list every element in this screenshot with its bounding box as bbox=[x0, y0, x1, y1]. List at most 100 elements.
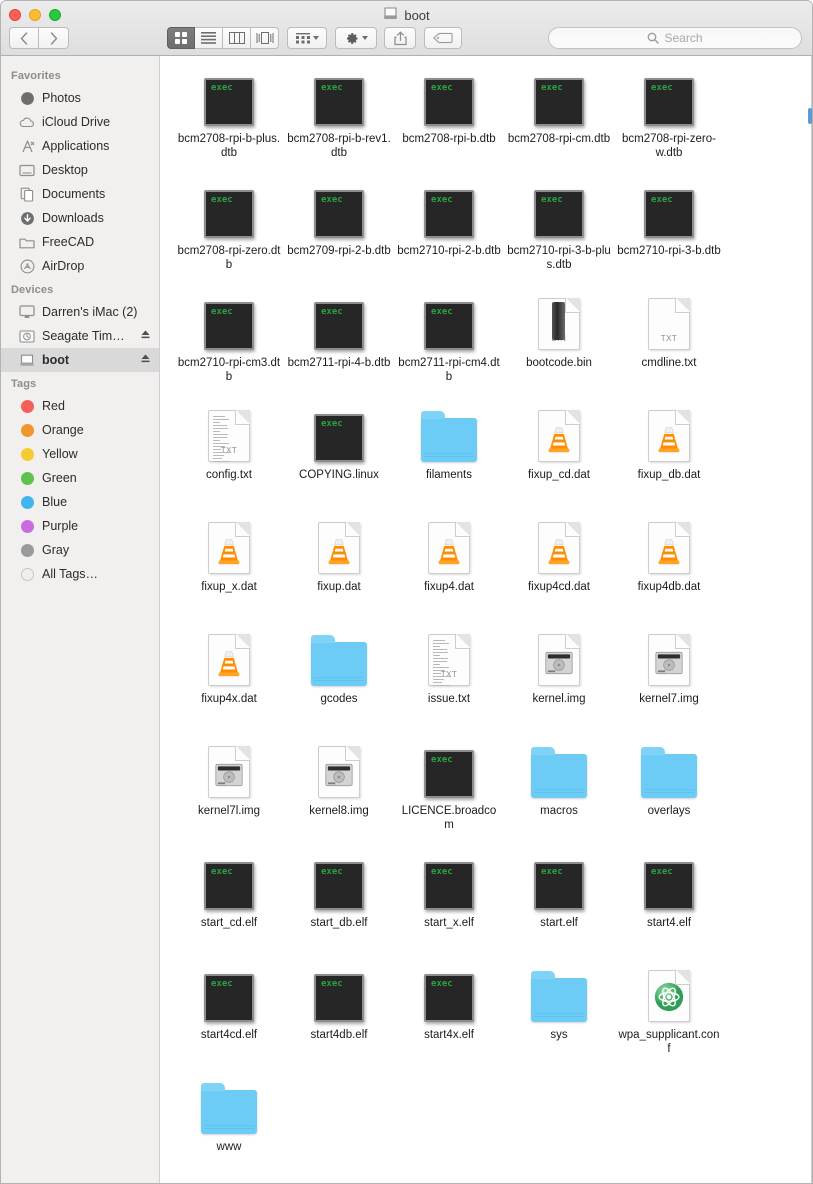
file-item[interactable]: COPYING.linux bbox=[284, 400, 394, 512]
sidebar-item-desktop[interactable]: Desktop bbox=[1, 158, 159, 182]
file-item[interactable]: start4.elf bbox=[614, 848, 724, 960]
sidebar-item-green[interactable]: Green bbox=[1, 466, 159, 490]
share-button[interactable] bbox=[384, 27, 416, 49]
folder-icon bbox=[201, 1083, 257, 1134]
file-item[interactable]: LICENCE.broadcom bbox=[394, 736, 504, 848]
eject-icon[interactable] bbox=[140, 329, 151, 343]
file-item[interactable]: BIN bootcode.bin bbox=[504, 288, 614, 400]
sidebar-item-icloud-drive[interactable]: iCloud Drive bbox=[1, 110, 159, 134]
file-item[interactable]: sys bbox=[504, 960, 614, 1072]
file-item[interactable]: fixup.dat bbox=[284, 512, 394, 624]
sidebar-item-blue[interactable]: Blue bbox=[1, 490, 159, 514]
sidebar-item-freecad[interactable]: FreeCAD bbox=[1, 230, 159, 254]
file-item[interactable]: fixup4cd.dat bbox=[504, 512, 614, 624]
file-item[interactable]: kernel7l.img bbox=[174, 736, 284, 848]
exec-icon bbox=[644, 190, 694, 238]
file-name-label: fixup_db.dat bbox=[637, 469, 701, 481]
gallery-view-button[interactable] bbox=[251, 27, 279, 49]
file-item[interactable]: kernel.img bbox=[504, 624, 614, 736]
file-name-label: bcm2708-rpi-zero-w.dtb bbox=[622, 133, 716, 159]
file-item[interactable]: start.elf bbox=[504, 848, 614, 960]
file-item[interactable]: www bbox=[174, 1072, 284, 1183]
folder-icon bbox=[311, 635, 367, 686]
file-item[interactable]: wpa_supplicant.conf bbox=[614, 960, 724, 1072]
file-item[interactable]: start_cd.elf bbox=[174, 848, 284, 960]
forward-button[interactable] bbox=[39, 27, 69, 49]
file-item[interactable]: bcm2709-rpi-2-b.dtb bbox=[284, 176, 394, 288]
action-menu-button[interactable] bbox=[335, 27, 377, 49]
sidebar-item-orange[interactable]: Orange bbox=[1, 418, 159, 442]
file-item[interactable]: bcm2711-rpi-cm4.dtb bbox=[394, 288, 504, 400]
sidebar-item-yellow[interactable]: Yellow bbox=[1, 442, 159, 466]
sidebar-item-gray[interactable]: Gray bbox=[1, 538, 159, 562]
page-title: boot bbox=[404, 7, 430, 23]
file-item[interactable]: kernel8.img bbox=[284, 736, 394, 848]
icon-view-button[interactable] bbox=[167, 27, 195, 49]
file-item[interactable]: TXT cmdline.txt bbox=[614, 288, 724, 400]
file-icon bbox=[648, 518, 690, 574]
file-item[interactable]: start4db.elf bbox=[284, 960, 394, 1072]
file-item[interactable]: fixup4x.dat bbox=[174, 624, 284, 736]
file-icon: TXT bbox=[648, 294, 690, 350]
sidebar-item-seagate-tim[interactable]: Seagate Tim… bbox=[1, 324, 159, 348]
list-view-button[interactable] bbox=[195, 27, 223, 49]
disk-image-document-icon bbox=[318, 746, 360, 798]
file-icon: BIN bbox=[538, 294, 580, 350]
tag-button[interactable] bbox=[424, 27, 462, 49]
sidebar-item-red[interactable]: Red bbox=[1, 394, 159, 418]
file-item[interactable]: bcm2708-rpi-zero-w.dtb bbox=[614, 64, 724, 176]
sidebar-item-airdrop[interactable]: AirDrop bbox=[1, 254, 159, 278]
file-item[interactable]: fixup_cd.dat bbox=[504, 400, 614, 512]
sidebar-item-darren-s-imac-2[interactable]: Darren's iMac (2) bbox=[1, 300, 159, 324]
arrange-by-button[interactable] bbox=[287, 27, 327, 49]
file-item[interactable]: bcm2708-rpi-b-rev1.dtb bbox=[284, 64, 394, 176]
sidebar-item-downloads[interactable]: Downloads bbox=[1, 206, 159, 230]
file-grid-container[interactable]: bcm2708-rpi-b-plus.dtbbcm2708-rpi-b-rev1… bbox=[160, 56, 812, 1183]
file-item[interactable]: start4cd.elf bbox=[174, 960, 284, 1072]
column-view-button[interactable] bbox=[223, 27, 251, 49]
exec-icon bbox=[424, 302, 474, 350]
eject-icon[interactable] bbox=[140, 353, 151, 367]
file-item[interactable]: bcm2708-rpi-cm.dtb bbox=[504, 64, 614, 176]
file-item[interactable]: fixup4db.dat bbox=[614, 512, 724, 624]
back-button[interactable] bbox=[9, 27, 39, 49]
file-item[interactable]: TXT issue.txt bbox=[394, 624, 504, 736]
file-item[interactable]: overlays bbox=[614, 736, 724, 848]
file-item[interactable]: fixup_x.dat bbox=[174, 512, 284, 624]
scrollbar-thumb[interactable] bbox=[808, 108, 812, 124]
file-item[interactable]: bcm2710-rpi-cm3.dtb bbox=[174, 288, 284, 400]
search-input[interactable]: Search bbox=[548, 27, 802, 49]
file-item[interactable]: start_db.elf bbox=[284, 848, 394, 960]
sidebar-item-applications[interactable]: Applications bbox=[1, 134, 159, 158]
file-item[interactable]: bcm2708-rpi-zero.dtb bbox=[174, 176, 284, 288]
file-item[interactable]: fixup_db.dat bbox=[614, 400, 724, 512]
file-item[interactable]: kernel7.img bbox=[614, 624, 724, 736]
file-item[interactable]: TXT config.txt bbox=[174, 400, 284, 512]
tag-icon bbox=[433, 32, 453, 44]
exec-icon bbox=[314, 78, 364, 126]
file-item[interactable]: macros bbox=[504, 736, 614, 848]
sidebar-item-boot[interactable]: boot bbox=[1, 348, 159, 372]
file-item[interactable]: bcm2708-rpi-b.dtb bbox=[394, 64, 504, 176]
file-name-label: bcm2708-rpi-b-rev1.dtb bbox=[287, 133, 391, 159]
sidebar-item-purple[interactable]: Purple bbox=[1, 514, 159, 538]
file-item[interactable]: start4x.elf bbox=[394, 960, 504, 1072]
file-item[interactable]: gcodes bbox=[284, 624, 394, 736]
file-name-label: bcm2711-rpi-4-b.dtb bbox=[287, 357, 391, 369]
sidebar-item-documents[interactable]: Documents bbox=[1, 182, 159, 206]
file-item[interactable]: fixup4.dat bbox=[394, 512, 504, 624]
tag-dot-icon bbox=[19, 422, 35, 438]
file-item[interactable]: bcm2710-rpi-2-b.dtb bbox=[394, 176, 504, 288]
file-item[interactable]: bcm2708-rpi-b-plus.dtb bbox=[174, 64, 284, 176]
file-item[interactable]: bcm2711-rpi-4-b.dtb bbox=[284, 288, 394, 400]
file-item[interactable]: start_x.elf bbox=[394, 848, 504, 960]
sidebar-item-photos[interactable]: Photos bbox=[1, 86, 159, 110]
file-icon bbox=[428, 518, 470, 574]
exec-icon bbox=[314, 414, 364, 462]
file-item[interactable]: bcm2710-rpi-3-b.dtb bbox=[614, 176, 724, 288]
sidebar-item-all-tags[interactable]: All Tags… bbox=[1, 562, 159, 586]
file-item[interactable]: filaments bbox=[394, 400, 504, 512]
file-item[interactable]: bcm2710-rpi-3-b-plus.dtb bbox=[504, 176, 614, 288]
vlc-document-icon bbox=[318, 522, 360, 574]
sidebar[interactable]: Favorites Photos iCloud Drive Applications D… bbox=[1, 56, 160, 1183]
